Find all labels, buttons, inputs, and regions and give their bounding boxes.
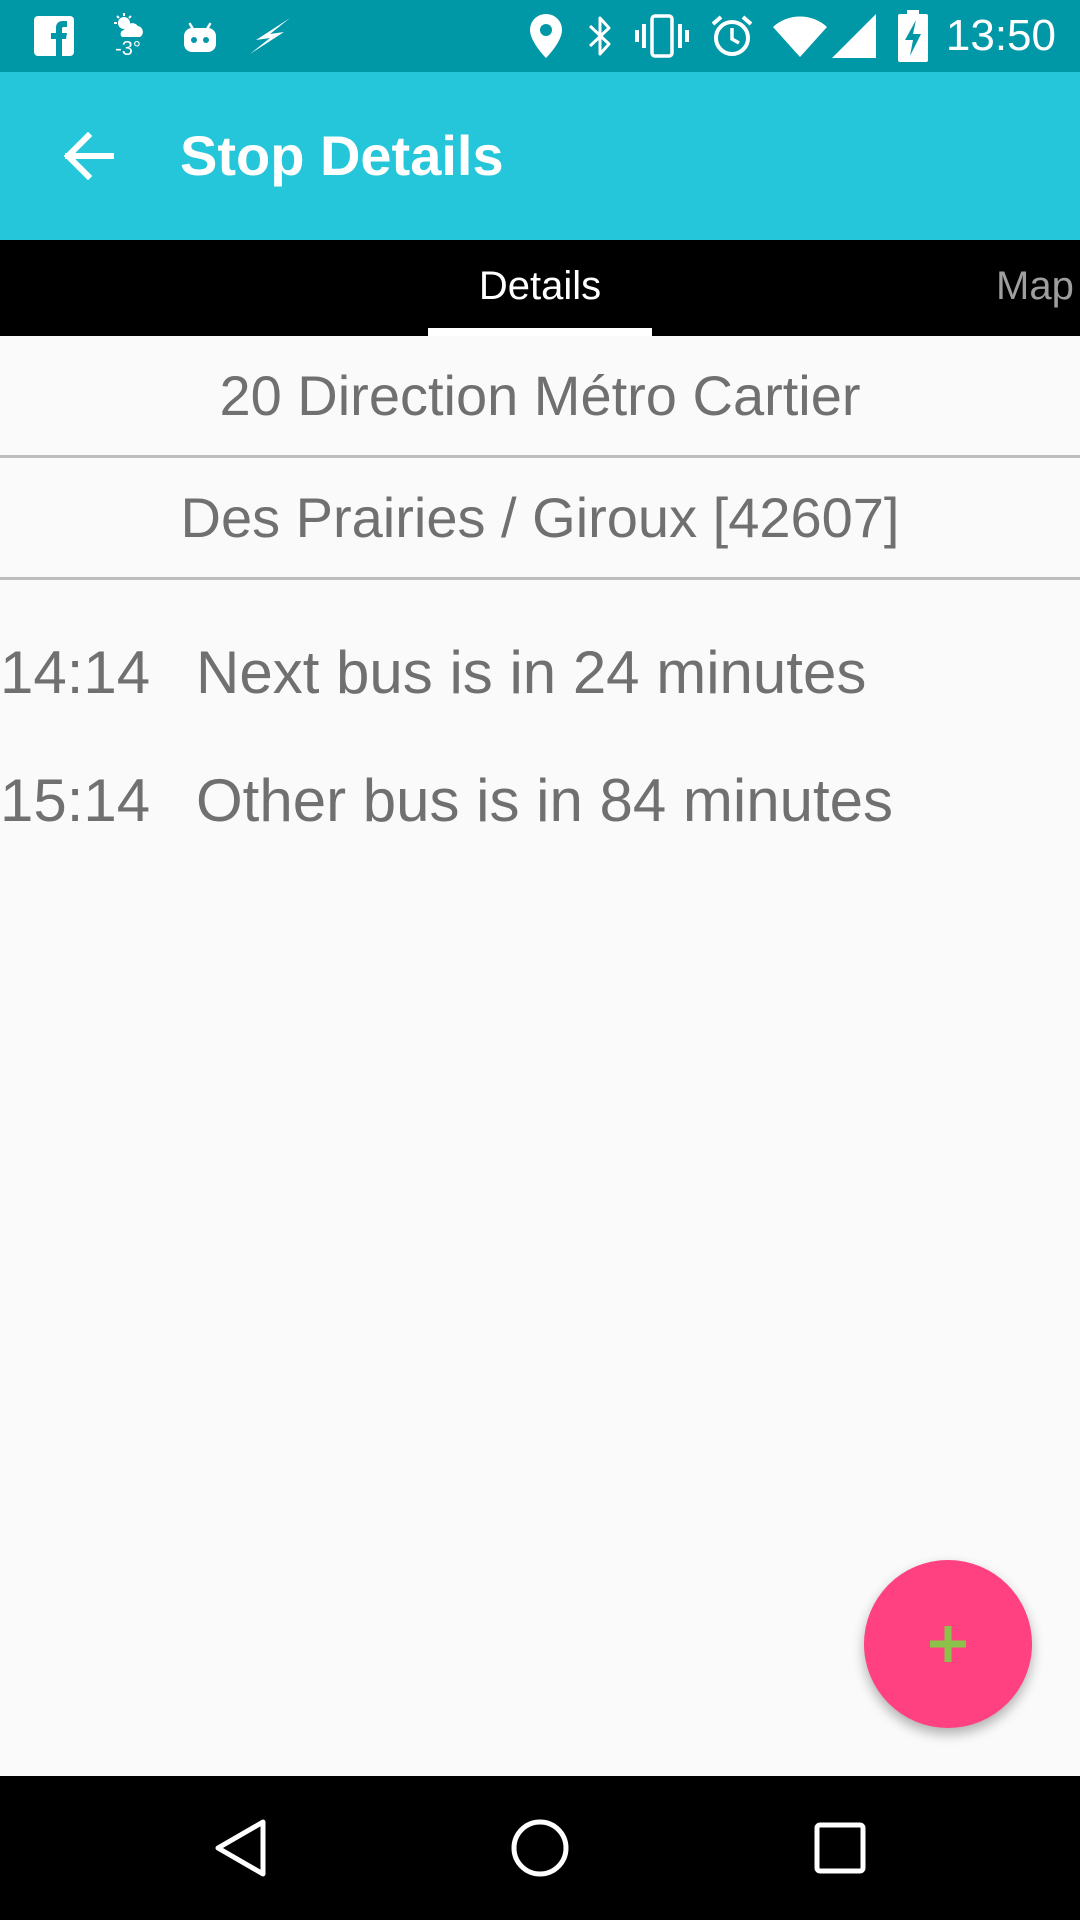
status-bar: -3° 13:50	[0, 0, 1080, 72]
page-title: Stop Details	[180, 124, 504, 187]
tab-indicator	[428, 328, 652, 336]
nav-back-button[interactable]	[160, 1776, 320, 1920]
location-icon	[526, 0, 566, 72]
alarm-icon	[708, 0, 756, 72]
battery-charging-icon	[896, 0, 930, 72]
vibrate-icon	[634, 0, 690, 72]
route-header: 20 Direction Métro Cartier	[0, 336, 1080, 458]
list-item: 14:14 Next bus is in 24 minutes	[0, 628, 1080, 718]
android-icon	[176, 0, 224, 72]
back-triangle-icon	[213, 1818, 267, 1878]
nav-home-button[interactable]	[460, 1776, 620, 1920]
arrival-time: 14:14	[0, 639, 151, 706]
arrival-text: Other bus is in 84 minutes	[196, 767, 894, 834]
bluetooth-icon	[582, 0, 618, 72]
weather-icon: -3°	[104, 0, 152, 72]
stop-name: Des Prairies / Giroux [42607]	[180, 486, 900, 549]
plus-icon	[926, 1622, 970, 1666]
tab-bar: Details Map	[0, 240, 1080, 336]
nav-recents-button[interactable]	[760, 1776, 920, 1920]
arrow-back-icon	[62, 132, 114, 180]
weather-temp: -3°	[115, 38, 141, 60]
wifi-icon	[772, 0, 828, 72]
status-clock: 13:50	[945, 11, 1056, 60]
home-circle-icon	[510, 1818, 570, 1878]
signal-icon	[832, 0, 876, 72]
route-name: 20 Direction Métro Cartier	[219, 364, 861, 427]
tab-details[interactable]: Details	[428, 240, 652, 336]
arrival-time: 15:14	[0, 767, 151, 834]
navigation-bar	[0, 1776, 1080, 1920]
add-button[interactable]	[864, 1560, 1032, 1728]
stop-header: Des Prairies / Giroux [42607]	[0, 458, 1080, 580]
bolt-icon	[246, 0, 294, 72]
arrival-text: Next bus is in 24 minutes	[196, 639, 867, 706]
back-button[interactable]	[40, 108, 136, 204]
tab-map[interactable]: Map	[996, 240, 1080, 336]
app-bar: Stop Details	[0, 72, 1080, 240]
list-item: 15:14 Other bus is in 84 minutes	[0, 756, 1080, 846]
facebook-icon	[30, 0, 78, 72]
recents-square-icon	[814, 1822, 866, 1874]
